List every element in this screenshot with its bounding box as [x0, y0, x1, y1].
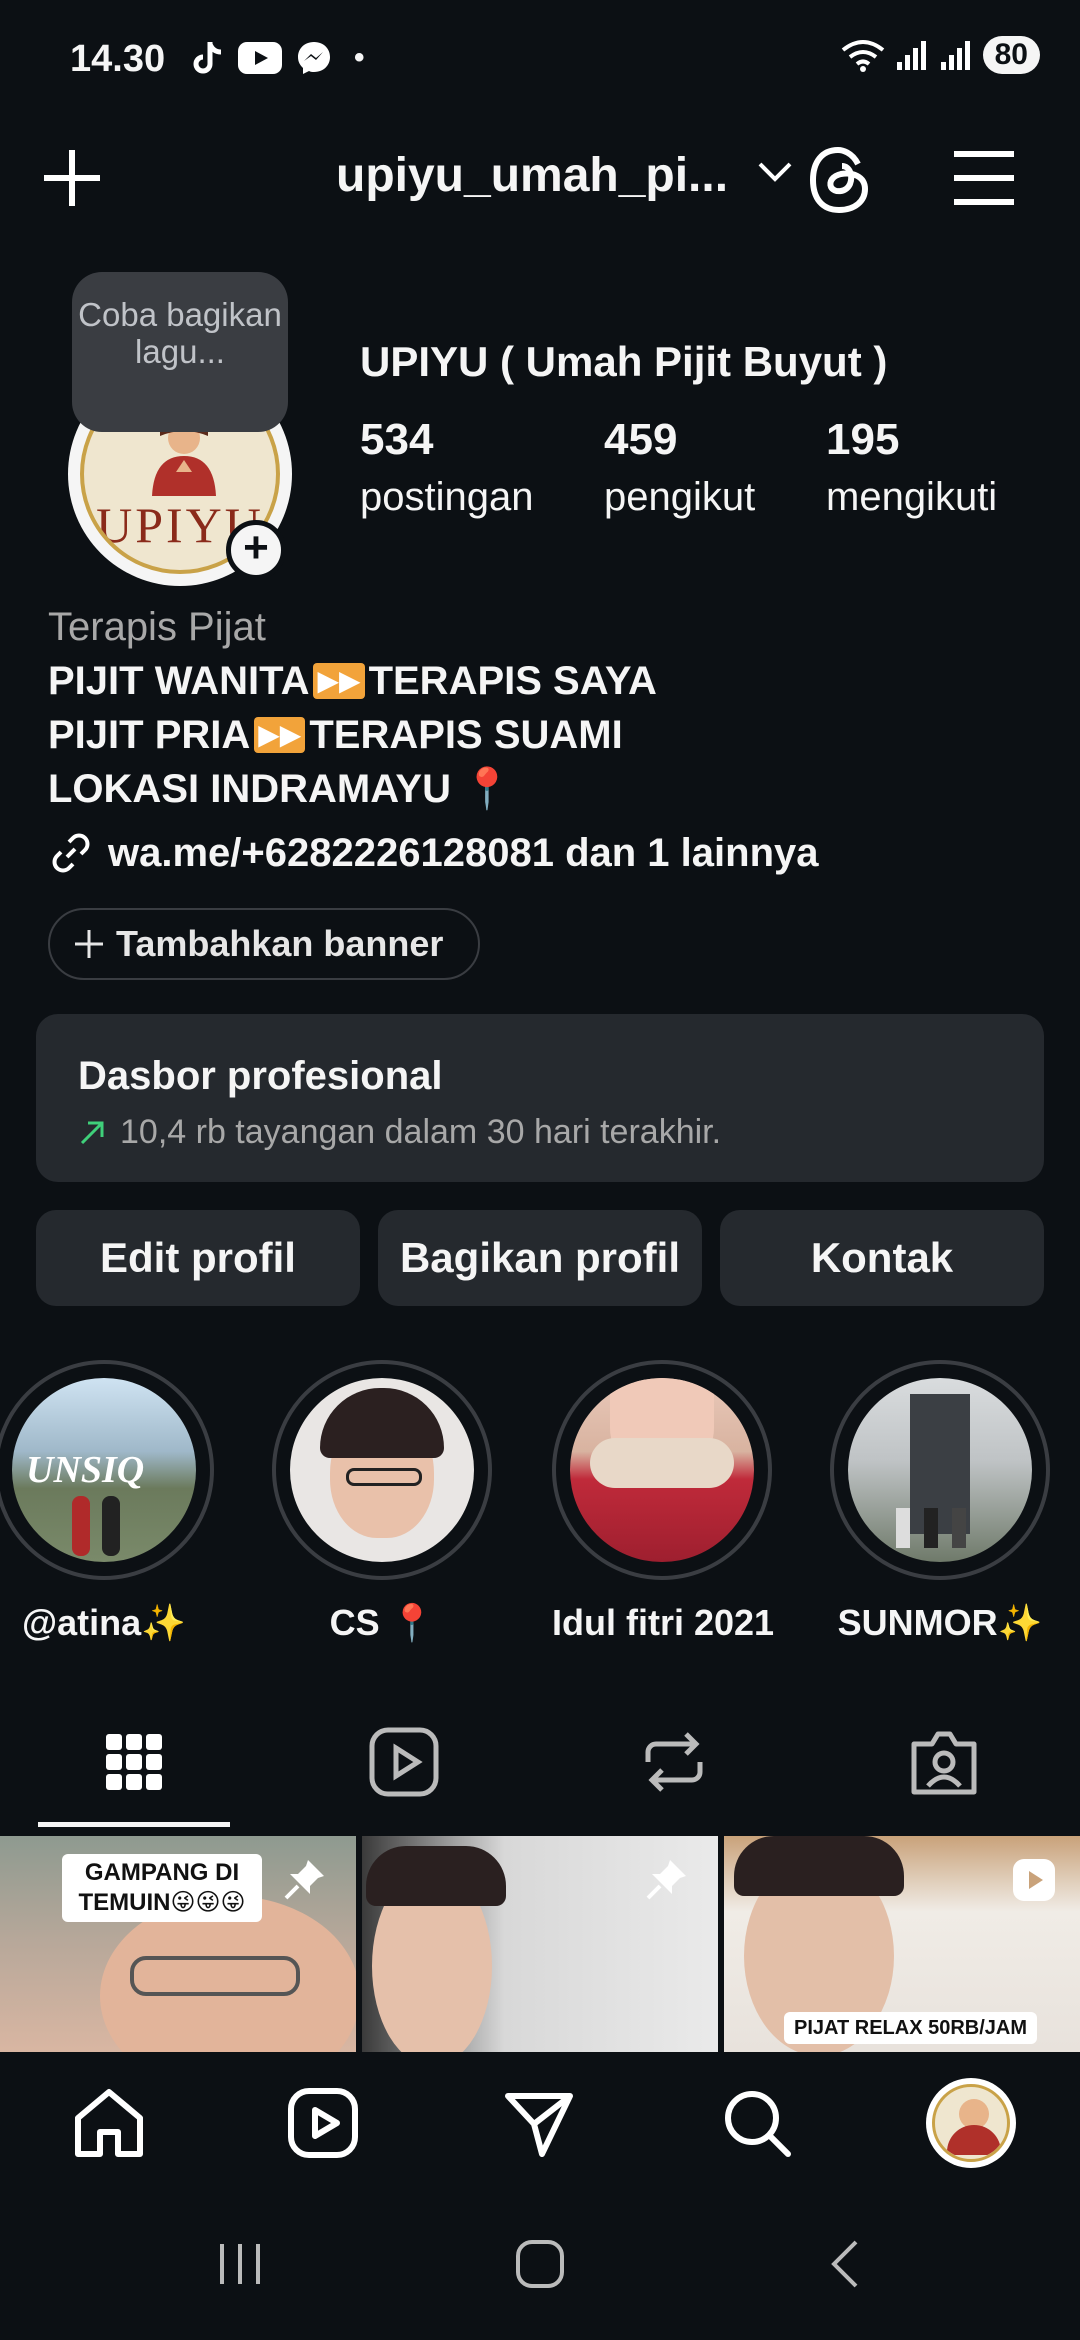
bio-text: PIJIT WANITA	[48, 659, 310, 703]
search-icon[interactable]	[720, 2086, 794, 2160]
fast-forward-icon: ▶▶	[313, 663, 365, 699]
username: upiyu_umah_pi...	[336, 149, 729, 202]
bio-text: TERAPIS SUAMI	[309, 713, 623, 757]
messenger-icon	[298, 42, 330, 74]
highlight-ring: UNSIQ	[0, 1360, 214, 1580]
highlight-cover-text: UNSIQ	[26, 1449, 145, 1491]
stat-value: 534	[360, 415, 434, 464]
category-label: Terapis Pijat	[48, 605, 266, 649]
story-highlight[interactable]: Idul fitri 2021	[552, 1360, 775, 1644]
share-profile-button[interactable]: Bagikan profil	[378, 1210, 702, 1306]
notification-icons: •	[190, 40, 365, 76]
stat-value: 459	[604, 415, 678, 464]
note-bubble[interactable]: Coba bagikan lagu...	[72, 272, 288, 432]
contact-button[interactable]: Kontak	[720, 1210, 1044, 1306]
system-icons: 80	[841, 36, 1040, 74]
tiktok-icon	[193, 42, 222, 74]
highlight-ring	[830, 1360, 1050, 1580]
bio-text: TERAPIS SAYA	[368, 659, 657, 703]
fast-forward-icon: ▶▶	[254, 717, 306, 753]
story-highlight[interactable]: UNSIQ @atina✨	[0, 1360, 214, 1644]
status-bar: 14.30 • 80	[0, 0, 1080, 120]
stat-label: pengikut	[604, 475, 756, 519]
reels-icon[interactable]	[364, 1722, 444, 1802]
dot-icon: •	[354, 41, 365, 74]
post-tile[interactable]: GAMPANG DI TEMUIN😜😜😜	[0, 1836, 356, 2052]
bottom-nav	[0, 2052, 1080, 2200]
signal-icon	[896, 41, 926, 70]
story-highlight[interactable]: SUNMOR✨	[830, 1360, 1050, 1644]
home-button-icon[interactable]	[512, 2236, 568, 2292]
bio-line: LOKASI INDRAMAYU 📍	[48, 767, 512, 811]
profile-avatar[interactable]	[926, 2078, 1016, 2168]
stat-label: postingan	[360, 475, 534, 519]
grid-icon[interactable]	[94, 1722, 174, 1802]
recents-icon[interactable]	[212, 2236, 268, 2292]
bio-line: PIJIT WANITA ▶▶ TERAPIS SAYA	[48, 654, 1048, 708]
story-highlight[interactable]: CS 📍	[272, 1360, 492, 1644]
highlight-label: CS 📍	[329, 1602, 435, 1643]
menu-icon[interactable]	[952, 148, 1016, 208]
professional-dashboard[interactable]: Dasbor profesional 10,4 rb tayangan dala…	[36, 1014, 1044, 1182]
status-time: 14.30	[70, 38, 166, 80]
stat-following[interactable]: 195 mengikuti	[826, 415, 997, 520]
highlight-cover: UNSIQ	[12, 1378, 196, 1562]
add-story-button[interactable]: +	[226, 520, 286, 580]
signal-icon	[940, 41, 970, 70]
posts-grid: GAMPANG DI TEMUIN😜😜😜 PIJAT RELAX 50RB/JA…	[0, 1836, 1080, 2052]
pin-icon	[284, 1860, 324, 1900]
reel-icon	[1013, 1859, 1055, 1901]
post-tile[interactable]: PIJAT RELAX 50RB/JAM	[724, 1836, 1080, 2052]
highlight-label: Idul fitri 2021	[552, 1602, 775, 1643]
highlight-ring	[272, 1360, 492, 1580]
highlight-label: SUNMOR✨	[837, 1602, 1043, 1643]
profile-header: upiyu_umah_pi...	[0, 130, 1080, 230]
highlight-cover	[848, 1378, 1032, 1562]
stat-value: 195	[826, 415, 900, 464]
system-nav	[0, 2200, 1080, 2340]
highlight-cover	[570, 1378, 754, 1562]
reposts-icon[interactable]	[634, 1722, 714, 1802]
trend-up-icon	[80, 1121, 104, 1144]
post-caption: GAMPANG DI TEMUIN😜😜😜	[62, 1854, 262, 1922]
messages-icon[interactable]	[502, 2086, 576, 2160]
battery-level: 80	[982, 36, 1040, 74]
link-icon	[52, 833, 90, 873]
account-switcher[interactable]: upiyu_umah_pi...	[336, 148, 793, 203]
chevron-down-icon	[758, 162, 792, 182]
active-tab-indicator	[38, 1822, 230, 1827]
reels-icon[interactable]	[286, 2086, 360, 2160]
post-tile[interactable]	[362, 1836, 718, 2052]
bio-link[interactable]: wa.me/+6282226128081 dan 1 lainnya	[48, 830, 819, 876]
highlight-cover	[290, 1378, 474, 1562]
add-banner-label: Tambahkan banner	[116, 923, 444, 964]
bio-text: PIJIT PRIA	[48, 713, 251, 757]
pin-icon	[646, 1860, 686, 1900]
plus-icon[interactable]	[40, 146, 104, 210]
dashboard-title: Dasbor profesional	[78, 1054, 443, 1098]
home-icon[interactable]	[72, 2086, 146, 2160]
highlight-label: @atina✨	[22, 1602, 186, 1643]
highlight-ring	[552, 1360, 772, 1580]
back-icon[interactable]	[818, 2236, 874, 2292]
content-tabs	[0, 1700, 1080, 1830]
wifi-icon	[841, 40, 884, 72]
tagged-icon[interactable]	[904, 1722, 984, 1802]
edit-profile-button[interactable]: Edit profil	[36, 1210, 360, 1306]
dashboard-subtitle-row: 10,4 rb tayangan dalam 30 hari terakhir.	[78, 1113, 1002, 1152]
link-text: wa.me/+6282226128081 dan 1 lainnya	[108, 830, 819, 875]
stat-followers[interactable]: 459 pengikut	[604, 415, 755, 520]
bio-line: PIJIT PRIA ▶▶ TERAPIS SUAMI	[48, 708, 1048, 762]
youtube-icon	[238, 42, 282, 74]
bio: Terapis Pijat PIJIT WANITA ▶▶ TERAPIS SAYA…	[48, 600, 1048, 816]
dashboard-subtitle: 10,4 rb tayangan dalam 30 hari terakhir.	[120, 1113, 722, 1151]
post-caption: PIJAT RELAX 50RB/JAM	[784, 2012, 1038, 2044]
display-name: UPIYU ( Umah Pijit Buyut )	[360, 338, 888, 385]
stat-label: mengikuti	[826, 475, 998, 519]
stat-posts[interactable]: 534 postingan	[360, 415, 533, 520]
add-banner-button[interactable]: Tambahkan banner	[48, 908, 480, 980]
threads-icon[interactable]	[808, 146, 872, 214]
plus-icon	[75, 930, 103, 958]
